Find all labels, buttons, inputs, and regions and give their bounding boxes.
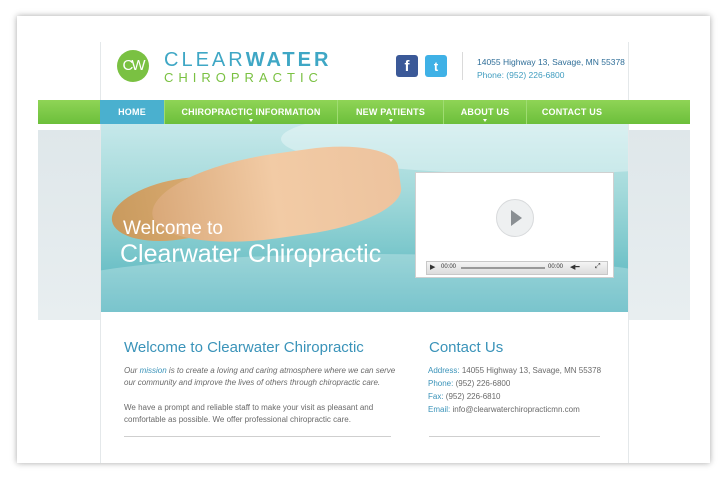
header-divider xyxy=(462,52,463,80)
contact-phone-label: Phone: xyxy=(428,379,454,388)
fullscreen-icon[interactable]: ⤢ xyxy=(595,263,601,271)
contact-email-link[interactable]: info@clearwaterchiropracticmn.com xyxy=(452,405,579,414)
nav-home[interactable]: HOME xyxy=(100,100,164,124)
contact-fax-row: Fax: (952) 226-6810 xyxy=(428,392,501,401)
volume-icon[interactable]: ◀━ xyxy=(570,263,580,271)
play-icon[interactable] xyxy=(496,199,534,237)
hero-welcome-line2: Clearwater Chiropractic xyxy=(120,240,382,268)
welcome-p1-rest: is to create a loving and caring atmosph… xyxy=(166,366,396,375)
twitter-icon[interactable]: t xyxy=(425,55,447,77)
video-total-time: 00:00 xyxy=(548,264,564,270)
logo-word-bold: WATER xyxy=(245,49,332,71)
header-address: 14055 Highway 13, Savage, MN 55378 xyxy=(477,57,625,67)
video-controls: ▶ 00:00 00:00 ◀━ ⤢ xyxy=(426,261,608,275)
logo-subtitle: CHIROPRACTIC xyxy=(164,70,323,85)
video-player[interactable]: ▶ 00:00 00:00 ◀━ ⤢ xyxy=(415,172,614,278)
contact-email-row: Email: info@clearwaterchiropracticmn.com xyxy=(428,405,580,414)
nav-about-us[interactable]: ABOUT US xyxy=(444,100,526,124)
video-progress-track[interactable] xyxy=(461,267,545,269)
contact-divider xyxy=(429,436,600,437)
nav-about-us-label: ABOUT US xyxy=(460,107,510,117)
welcome-divider xyxy=(124,436,391,437)
chevron-down-icon xyxy=(483,119,487,122)
nav-contact-us-label: CONTACT US xyxy=(541,107,603,117)
welcome-paragraph-1-line2: our community and improve the lives of o… xyxy=(124,378,381,387)
welcome-paragraph-1: Our mission is to create a loving and ca… xyxy=(124,365,404,377)
nav-chiropractic-information[interactable]: CHIROPRACTIC INFORMATION xyxy=(165,100,337,124)
nav-new-patients-label: NEW PATIENTS xyxy=(355,107,426,117)
contact-phone: (952) 226-6800 xyxy=(455,379,511,388)
mission-link[interactable]: mission xyxy=(140,366,167,375)
header-phone: Phone: (952) 226-6800 xyxy=(477,70,565,80)
contact-fax-label: Fax: xyxy=(428,392,444,401)
welcome-paragraph-2-line1: We have a prompt and reliable staff to m… xyxy=(124,403,374,412)
welcome-paragraph-2-line2: comfortable as possible. We offer profes… xyxy=(124,415,351,424)
play-small-icon[interactable]: ▶ xyxy=(430,263,435,271)
chevron-down-icon xyxy=(249,119,253,122)
hero-welcome-line1: Welcome to xyxy=(123,218,223,239)
facebook-icon[interactable]: f xyxy=(396,55,418,77)
logo-mark[interactable]: CW xyxy=(117,50,149,82)
contact-address-row: Address: 14055 Highway 13, Savage, MN 55… xyxy=(428,366,601,375)
contact-address-label: Address: xyxy=(428,366,460,375)
nav-new-patients[interactable]: NEW PATIENTS xyxy=(338,100,443,124)
contact-phone-row: Phone: (952) 226-6800 xyxy=(428,379,510,388)
hero-banner: Welcome to Clearwater Chiropractic ▶ 00:… xyxy=(101,124,628,312)
chevron-down-icon xyxy=(388,119,393,122)
contact-email-label: Email: xyxy=(428,405,451,414)
contact-address: 14055 Highway 13, Savage, MN 55378 xyxy=(461,366,602,375)
video-current-time: 00:00 xyxy=(441,264,457,270)
logo-wordmark[interactable]: CLEARWATER xyxy=(164,49,331,72)
welcome-heading: Welcome to Clearwater Chiropractic xyxy=(124,339,364,356)
logo-word-light: CLEAR xyxy=(164,49,246,71)
nav-contact-us[interactable]: CONTACT US xyxy=(527,100,617,124)
contact-heading: Contact Us xyxy=(429,339,504,356)
nav-chiropractic-information-label: CHIROPRACTIC INFORMATION xyxy=(181,107,321,117)
nav-home-label: HOME xyxy=(118,107,146,117)
contact-fax: (952) 226-6810 xyxy=(445,392,501,401)
main-nav: HOME CHIROPRACTIC INFORMATION NEW PATIEN… xyxy=(38,100,690,124)
welcome-p1-start: Our xyxy=(124,366,140,375)
